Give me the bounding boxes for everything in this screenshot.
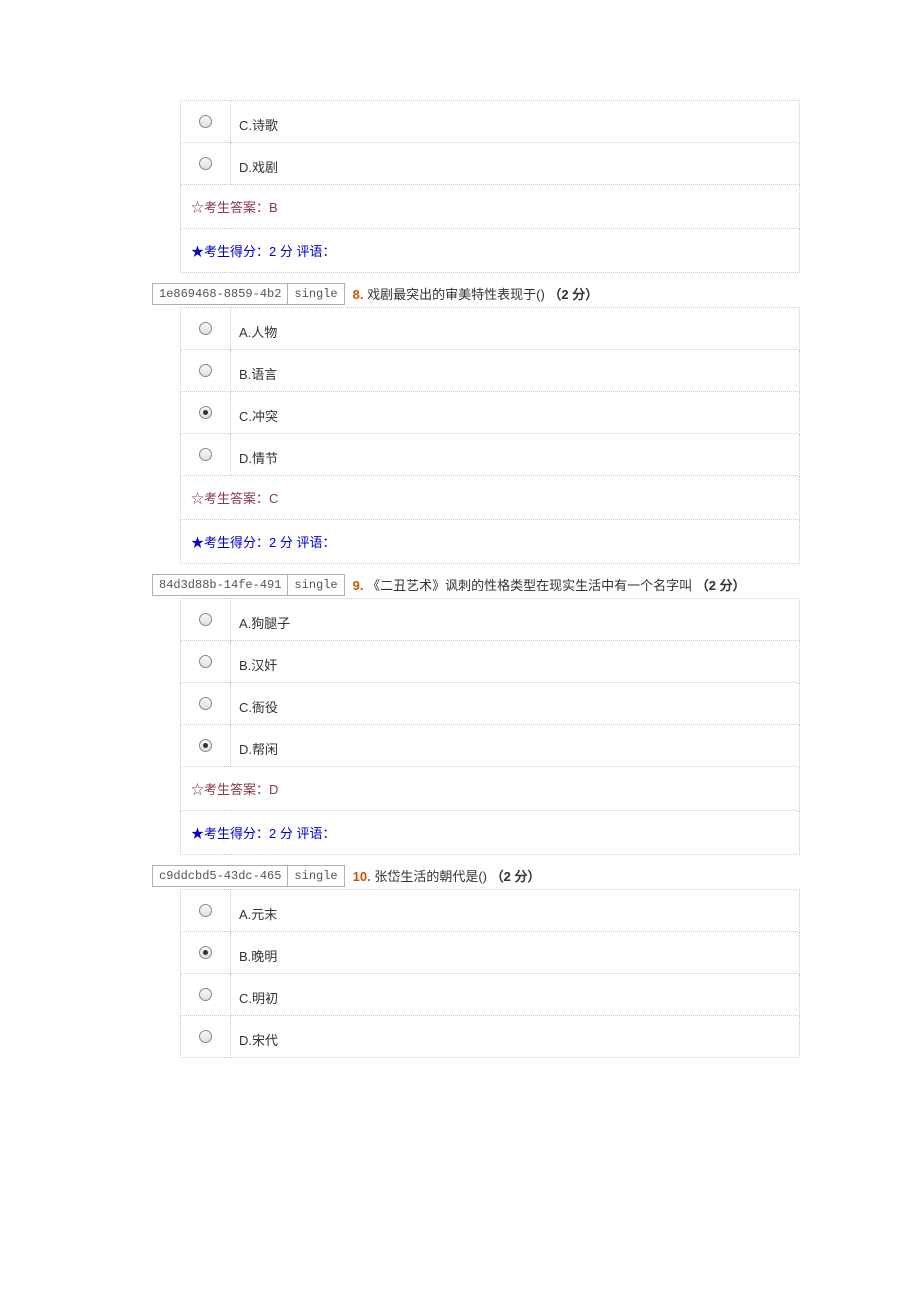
meta-id-box: 1e869468-8859-4b2: [152, 283, 287, 305]
question-points: （2 分）: [548, 287, 598, 302]
options-table-q8: A.人物 B.语言 C.冲突 D.情节 ☆考生答案：C ★考生得分：2 分 评语…: [180, 307, 800, 564]
option-label: B.语言: [231, 350, 800, 392]
answer-row: ☆考生答案：C: [181, 476, 800, 520]
option-label: B.晚明: [231, 932, 800, 974]
option-row[interactable]: A.狗腿子: [181, 599, 800, 641]
question-points: （2 分）: [491, 869, 541, 884]
option-row[interactable]: D.宋代: [181, 1016, 800, 1058]
radio-icon[interactable]: [199, 115, 212, 128]
option-row[interactable]: D.帮闲: [181, 725, 800, 767]
option-label: D.情节: [231, 434, 800, 476]
meta-type-box: single: [287, 283, 344, 305]
score-text: ★考生得分：2 分 评语：: [181, 520, 800, 564]
answer-row: ☆考生答案：D: [181, 767, 800, 811]
option-row[interactable]: A.元末: [181, 890, 800, 932]
option-label: C.冲突: [231, 392, 800, 434]
meta-row: 1e869468-8859-4b2 single 8. 戏剧最突出的审美特性表现…: [152, 283, 920, 305]
answer-value: D: [269, 782, 278, 797]
option-label: A.元末: [231, 890, 800, 932]
score-row: ★考生得分：2 分 评语：: [181, 520, 800, 564]
score-row: ★考生得分：2 分 评语：: [181, 811, 800, 855]
option-row[interactable]: B.晚明: [181, 932, 800, 974]
option-row[interactable]: D.情节: [181, 434, 800, 476]
radio-icon[interactable]: [199, 1030, 212, 1043]
options-table-q7: C.诗歌 D.戏剧 ☆考生答案：B ★考生得分：2 分 评语：: [180, 100, 800, 273]
answer-label: ☆考生答案：: [191, 200, 269, 215]
question-body: 张岱生活的朝代是(): [374, 869, 487, 884]
option-row[interactable]: A.人物: [181, 308, 800, 350]
question-9: 84d3d88b-14fe-491 single 9. 《二丑艺术》讽刺的性格类…: [0, 574, 920, 855]
radio-icon-selected[interactable]: [199, 406, 212, 419]
radio-icon[interactable]: [199, 322, 212, 335]
radio-icon[interactable]: [199, 613, 212, 626]
question-7-tail: C.诗歌 D.戏剧 ☆考生答案：B ★考生得分：2 分 评语：: [0, 100, 920, 273]
question-number: 9.: [353, 578, 364, 593]
option-label: D.帮闲: [231, 725, 800, 767]
option-label: D.宋代: [231, 1016, 800, 1058]
meta-row: 84d3d88b-14fe-491 single 9. 《二丑艺术》讽刺的性格类…: [152, 574, 920, 596]
radio-icon[interactable]: [199, 364, 212, 377]
option-row[interactable]: B.语言: [181, 350, 800, 392]
question-text: 9. 《二丑艺术》讽刺的性格类型在现实生活中有一个名字叫 （2 分）: [353, 575, 746, 596]
radio-icon[interactable]: [199, 655, 212, 668]
radio-icon[interactable]: [199, 157, 212, 170]
option-row[interactable]: C.诗歌: [181, 101, 800, 143]
option-label: C.衙役: [231, 683, 800, 725]
option-row[interactable]: C.明初: [181, 974, 800, 1016]
meta-type-box: single: [287, 574, 344, 596]
option-label: C.明初: [231, 974, 800, 1016]
score-text: ★考生得分：2 分 评语：: [181, 811, 800, 855]
score-text: ★考生得分：2 分 评语：: [181, 229, 800, 273]
meta-type-box: single: [287, 865, 344, 887]
option-row[interactable]: D.戏剧: [181, 143, 800, 185]
option-row[interactable]: C.冲突: [181, 392, 800, 434]
question-number: 10.: [353, 869, 371, 884]
meta-row: c9ddcbd5-43dc-465 single 10. 张岱生活的朝代是() …: [152, 865, 920, 887]
meta-id-box: 84d3d88b-14fe-491: [152, 574, 287, 596]
question-text: 8. 戏剧最突出的审美特性表现于() （2 分）: [353, 284, 599, 305]
answer-value: C: [269, 491, 278, 506]
score-row: ★考生得分：2 分 评语：: [181, 229, 800, 273]
radio-icon-selected[interactable]: [199, 739, 212, 752]
radio-icon[interactable]: [199, 697, 212, 710]
question-10: c9ddcbd5-43dc-465 single 10. 张岱生活的朝代是() …: [0, 865, 920, 1058]
option-label: D.戏剧: [231, 143, 800, 185]
option-row[interactable]: B.汉奸: [181, 641, 800, 683]
meta-id-box: c9ddcbd5-43dc-465: [152, 865, 287, 887]
answer-row: ☆考生答案：B: [181, 185, 800, 229]
option-label: A.狗腿子: [231, 599, 800, 641]
question-number: 8.: [353, 287, 364, 302]
question-body: 《二丑艺术》讽刺的性格类型在现实生活中有一个名字叫: [367, 578, 692, 593]
option-label: B.汉奸: [231, 641, 800, 683]
question-points: （2 分）: [696, 578, 746, 593]
question-8: 1e869468-8859-4b2 single 8. 戏剧最突出的审美特性表现…: [0, 283, 920, 564]
radio-icon[interactable]: [199, 988, 212, 1001]
option-label: A.人物: [231, 308, 800, 350]
option-row[interactable]: C.衙役: [181, 683, 800, 725]
radio-icon[interactable]: [199, 448, 212, 461]
question-text: 10. 张岱生活的朝代是() （2 分）: [353, 866, 541, 887]
options-table-q10: A.元末 B.晚明 C.明初 D.宋代: [180, 889, 800, 1058]
answer-value: B: [269, 200, 278, 215]
options-table-q9: A.狗腿子 B.汉奸 C.衙役 D.帮闲 ☆考生答案：D ★考生得分：2 分 评…: [180, 598, 800, 855]
answer-label: ☆考生答案：: [191, 782, 269, 797]
answer-label: ☆考生答案：: [191, 491, 269, 506]
question-body: 戏剧最突出的审美特性表现于(): [367, 287, 545, 302]
radio-icon[interactable]: [199, 904, 212, 917]
radio-icon-selected[interactable]: [199, 946, 212, 959]
option-label: C.诗歌: [231, 101, 800, 143]
